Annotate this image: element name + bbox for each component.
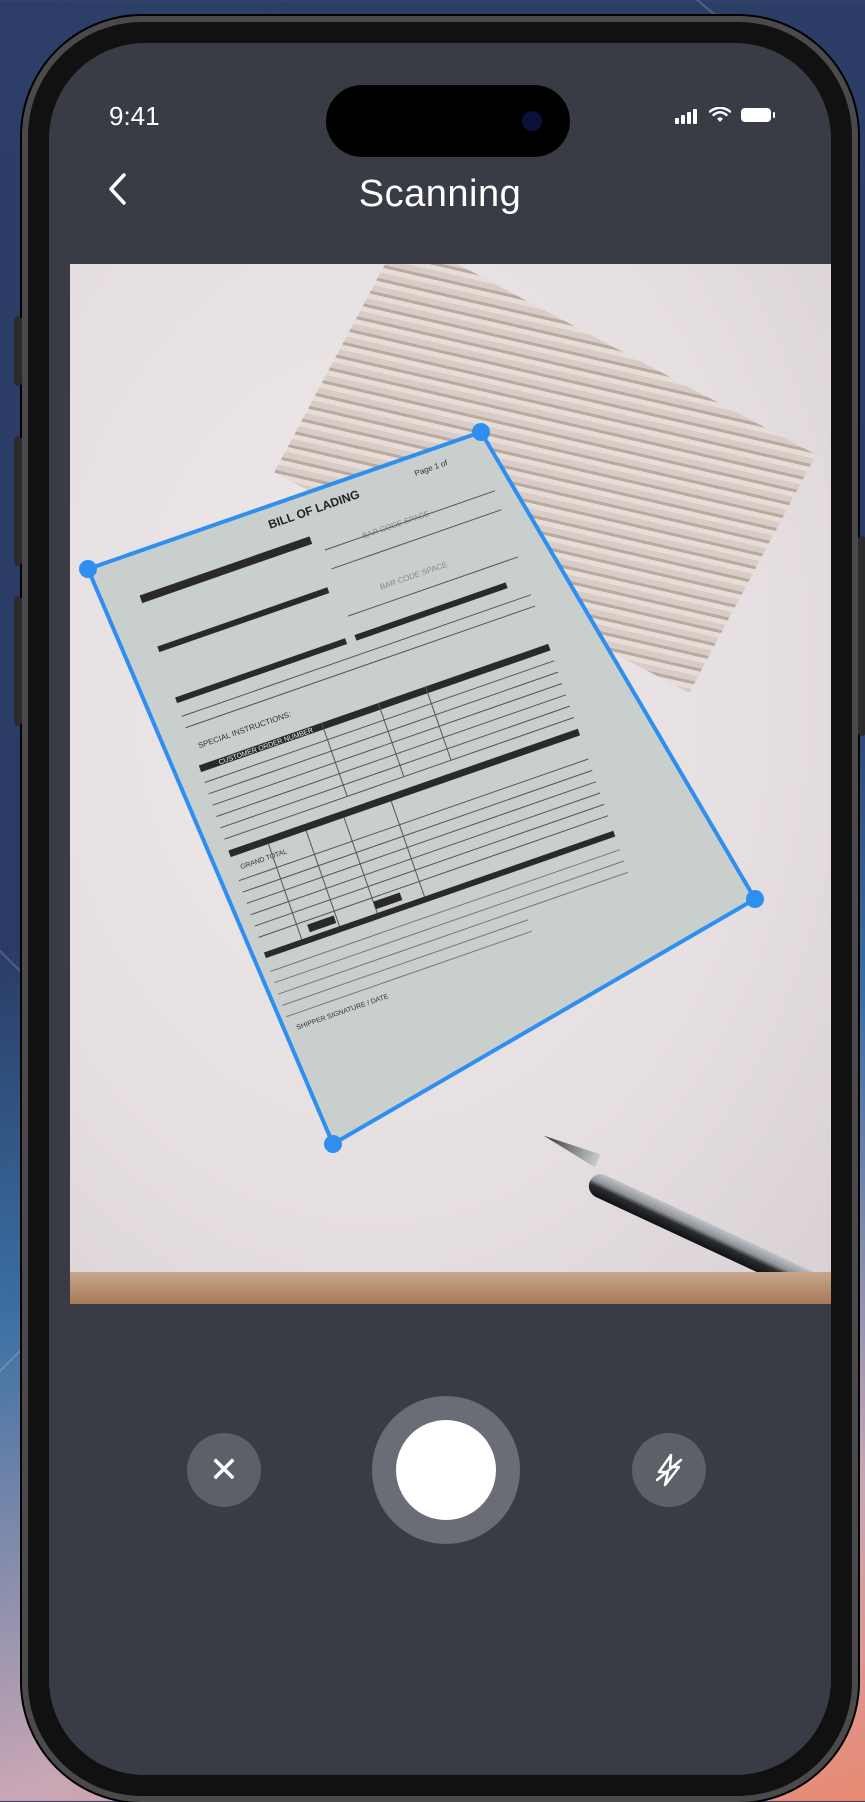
battery-icon [741, 108, 775, 122]
app-screen: 9:41 Scanning BILL OF LADING Page 1 of B… [49, 43, 831, 1775]
phone-frame: 9:41 Scanning BILL OF LADING Page 1 of B… [14, 16, 865, 1802]
corner-handle-bottom-left[interactable] [324, 1135, 342, 1153]
scanned-document: BILL OF LADING Page 1 of BAR CODE SPACE … [79, 423, 764, 1153]
corner-handle-top-left[interactable] [79, 560, 97, 578]
capture-button[interactable] [372, 1396, 520, 1544]
camera-controls: ✕ [49, 1304, 831, 1775]
close-icon: ✕ [208, 1449, 240, 1490]
corner-handle-top-right[interactable] [472, 423, 490, 441]
flash-toggle-button[interactable] [632, 1433, 706, 1507]
status-time: 9:41 [109, 101, 160, 131]
flash-off-icon [655, 1453, 683, 1487]
shutter-button-icon [396, 1420, 496, 1520]
front-camera-icon [522, 111, 542, 131]
phone-power-button [858, 536, 865, 736]
navigation-bar: Scanning [49, 147, 831, 227]
camera-viewfinder: BILL OF LADING Page 1 of BAR CODE SPACE … [70, 264, 831, 1304]
system-icons [675, 106, 775, 124]
wifi-icon [709, 107, 731, 122]
corner-handle-bottom-right[interactable] [746, 890, 764, 908]
cancel-button[interactable]: ✕ [187, 1433, 261, 1507]
phone-volume-up [14, 436, 22, 566]
phone-volume-down [14, 596, 22, 726]
page-title: Scanning [358, 173, 522, 215]
cellular-signal-icon [675, 106, 699, 124]
phone-side-button [14, 316, 22, 386]
